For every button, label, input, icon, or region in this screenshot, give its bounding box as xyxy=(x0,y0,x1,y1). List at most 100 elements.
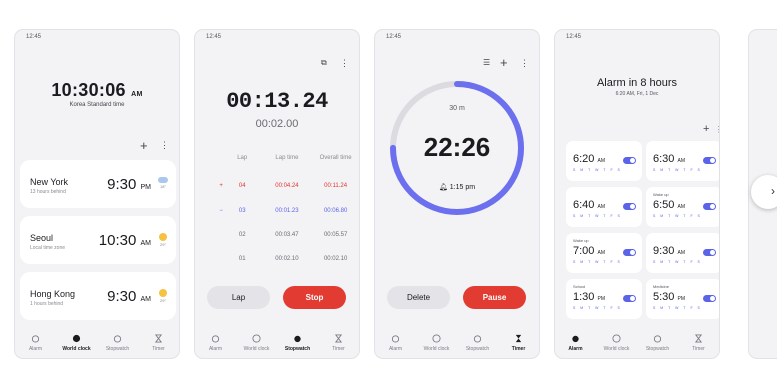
stopwatch-icon xyxy=(294,335,301,343)
city-offset: 13 hours behind xyxy=(30,189,66,195)
tab-alarm[interactable]: Alarm xyxy=(556,334,596,352)
stopwatch-time: 00:13.24 xyxy=(226,89,328,114)
alarm-toggle[interactable] xyxy=(703,295,716,302)
city-card[interactable]: Seoul Local time zone 10:30 AM 29° xyxy=(20,216,176,264)
tab-stopwatch[interactable]: Stopwatch xyxy=(458,334,498,352)
city-card[interactable]: Hong Kong 1 hours behind 9:30 AM 29° xyxy=(20,272,176,320)
globe-icon xyxy=(252,334,261,343)
status-time: 12:45 xyxy=(206,34,222,40)
alarm-card[interactable]: 6:40 AM S M T W T F S xyxy=(566,187,642,227)
city-time: 10:30 AM xyxy=(98,232,151,249)
next-alarm-date: 6:20 AM, Fri, 1 Dec xyxy=(615,91,659,97)
alarm-card[interactable]: 6:30 AM S M T W T F S xyxy=(646,141,719,181)
add-icon[interactable]: + xyxy=(500,55,508,70)
next-arrow-button[interactable]: › xyxy=(751,175,777,209)
globe-icon xyxy=(612,334,621,343)
alarm-card[interactable]: School 1:30 PM S M T W T F S xyxy=(566,279,642,319)
bottom-tab-bar: Alarm World clock Stopwatch Timer xyxy=(195,328,359,358)
pause-button[interactable]: Pause xyxy=(463,286,526,309)
local-time: 10:30:06 AM xyxy=(51,80,143,100)
current-lap-time: 00:02.00 xyxy=(255,118,299,130)
add-icon[interactable]: + xyxy=(703,123,709,135)
cloud-icon: 18° xyxy=(157,177,169,189)
city-name: Seoul xyxy=(30,233,54,243)
alarm-icon xyxy=(572,335,579,343)
more-icon[interactable]: ⋮ xyxy=(160,140,169,151)
stopwatch-icon xyxy=(473,335,482,343)
lap-button[interactable]: Lap xyxy=(207,286,270,309)
timer-end-time: 🔔︎ 1:15 pm xyxy=(438,184,476,191)
alarm-icon xyxy=(391,335,400,343)
tab-stopwatch[interactable]: Stopwatch xyxy=(278,334,318,352)
alarm-card[interactable]: Medicine 5:30 PM S M T W T F S xyxy=(646,279,719,319)
city-offset: 1 hours behind xyxy=(30,301,64,307)
tab-stopwatch[interactable]: Stopwatch xyxy=(638,334,678,352)
bottom-tab-bar: Alarm World clock Stopwatch Timer xyxy=(15,328,179,358)
more-icon[interactable]: ⋮ xyxy=(520,58,529,69)
stopwatch-icon xyxy=(653,335,662,343)
alarm-toggle[interactable] xyxy=(703,203,716,210)
alarm-card[interactable]: Wake up 6:50 AM S M T W T F S xyxy=(646,187,719,227)
city-card[interactable]: New York 13 hours behind 9:30 PM 18° xyxy=(20,160,176,208)
sun-icon: 29° xyxy=(157,289,169,303)
tab-timer[interactable]: Timer xyxy=(679,334,719,352)
next-alarm-title: Alarm in 8 hours xyxy=(596,77,678,89)
alarm-toggle[interactable] xyxy=(623,295,636,302)
alarm-toggle[interactable] xyxy=(623,249,636,256)
globe-icon xyxy=(432,334,441,343)
city-time: 9:30 PM xyxy=(107,176,151,193)
tab-world-clock[interactable]: World clock xyxy=(417,334,457,352)
globe-icon xyxy=(72,334,81,343)
stopwatch-icon xyxy=(113,335,122,343)
tab-world-clock[interactable]: World clock xyxy=(597,334,637,352)
city-time: 9:30 AM xyxy=(107,288,151,305)
timer-remaining: 22:26 xyxy=(423,132,491,162)
more-icon[interactable]: ⋮ xyxy=(715,125,719,134)
tab-timer[interactable]: Timer xyxy=(139,334,179,352)
tab-world-clock[interactable]: World clock xyxy=(237,334,277,352)
status-time: 12:45 xyxy=(386,34,402,40)
alarm-toggle[interactable] xyxy=(703,157,716,164)
stop-button[interactable]: Stop xyxy=(283,286,346,309)
alarm-icon xyxy=(31,335,40,343)
alarm-screen: 12:45 Alarm in 8 hours 6:20 AM, Fri, 1 D… xyxy=(554,29,720,359)
tab-alarm[interactable]: Alarm xyxy=(376,334,416,352)
city-name: Hong Kong xyxy=(30,289,76,299)
tab-stopwatch[interactable]: Stopwatch xyxy=(98,334,138,352)
alarm-toggle[interactable] xyxy=(623,203,636,210)
alarm-card[interactable]: 9:30 AM S M T W T F S xyxy=(646,233,719,273)
alarm-card[interactable]: 6:20 AM S M T W T F S xyxy=(566,141,642,181)
hourglass-icon xyxy=(154,334,163,343)
table-row: +04 00:04.24 00:11.24 xyxy=(219,183,348,189)
timer-preset: 30 m xyxy=(449,105,465,112)
table-row: −03 00:01.23 00:06.80 xyxy=(219,208,348,214)
screenshot-gallery: 12:45 10:30:06 AM Korea Standard time + … xyxy=(0,0,777,380)
status-time: 12:45 xyxy=(566,34,582,40)
tab-timer[interactable]: Timer xyxy=(499,334,539,352)
alarm-icon xyxy=(211,335,220,343)
world-clock-screen: 12:45 10:30:06 AM Korea Standard time + … xyxy=(14,29,180,359)
hourglass-icon xyxy=(515,334,522,343)
city-offset: Local time zone xyxy=(30,245,66,251)
tab-alarm[interactable]: Alarm xyxy=(16,334,56,352)
hourglass-icon xyxy=(334,334,343,343)
city-name: New York xyxy=(30,177,69,187)
add-icon[interactable]: + xyxy=(140,138,148,153)
stopwatch-screen: 12:45 ⧉ ⋮ 00:13.24 00:02.00 Lap Lap time… xyxy=(194,29,360,359)
list-icon[interactable]: ☰ xyxy=(483,58,490,67)
timer-screen: 12:45 ☰ + ⋮ 30 m 22:26 🔔︎ 1:15 pm Delete… xyxy=(374,29,540,359)
status-time: 12:45 xyxy=(26,34,42,40)
chevron-right-icon: › xyxy=(771,184,775,198)
alarm-card[interactable]: Wake up 7:00 AM S M T W T F S xyxy=(566,233,642,273)
delete-button[interactable]: Delete xyxy=(387,286,450,309)
copy-icon[interactable]: ⧉ xyxy=(321,58,327,68)
table-row: 02 00:03.47 00:05.57 xyxy=(238,232,348,238)
alarm-toggle[interactable] xyxy=(623,157,636,164)
tab-timer[interactable]: Timer xyxy=(319,334,359,352)
alarm-toggle[interactable] xyxy=(703,249,716,256)
bottom-tab-bar: Alarm World clock Stopwatch Timer xyxy=(555,328,719,358)
tab-world-clock[interactable]: World clock xyxy=(57,334,97,352)
more-icon[interactable]: ⋮ xyxy=(340,58,349,69)
tab-alarm[interactable]: Alarm xyxy=(196,334,236,352)
local-zone: Korea Standard time xyxy=(69,102,125,108)
